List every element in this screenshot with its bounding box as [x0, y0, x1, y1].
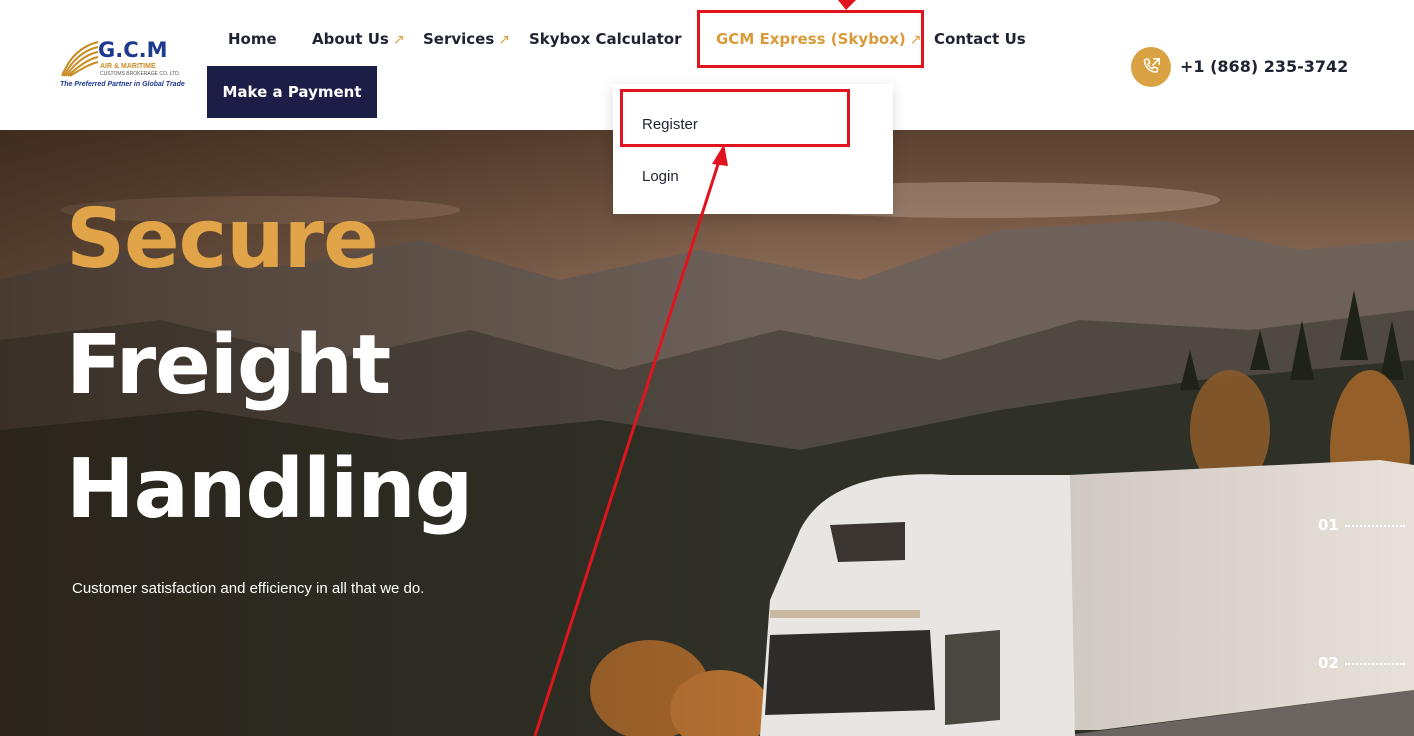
phone-number[interactable]: +1 (868) 235-3742	[1180, 57, 1348, 76]
hero-subtitle: Customer satisfaction and efficiency in …	[72, 580, 425, 597]
nav-home[interactable]: Home	[228, 30, 277, 48]
logo-subtitle: AIR & MARITIME	[100, 63, 156, 70]
hero-headline-secure: Secure	[66, 192, 379, 287]
slide-dots	[1344, 524, 1405, 527]
company-logo[interactable]: G.C.M AIR & MARITIME CUSTOMS BROKERAGE C…	[60, 38, 185, 94]
nav-services[interactable]: Services ↗	[423, 30, 510, 48]
slide-indicator-02[interactable]: 02	[1318, 654, 1405, 672]
logo-wing-icon	[61, 41, 99, 77]
logo-subtitle-small: CUSTOMS BROKERAGE CO. LTD.	[100, 71, 181, 77]
nav-about-label: About Us	[312, 30, 389, 48]
nav-home-label: Home	[228, 30, 277, 48]
slide-dots	[1344, 662, 1405, 665]
phone-glyph	[1143, 58, 1160, 73]
annotation-highlight-gcm-express	[697, 10, 924, 68]
nav-contact-us[interactable]: Contact Us	[934, 30, 1026, 48]
logo-name: G.C.M	[98, 38, 168, 62]
slide-number: 01	[1318, 516, 1339, 534]
nav-calculator-label: Skybox Calculator	[529, 30, 682, 48]
slide-indicator-01[interactable]: 01	[1318, 516, 1405, 534]
arrow-up-right-icon: ↗	[498, 32, 511, 48]
phone-icon[interactable]	[1131, 47, 1171, 87]
make-payment-button[interactable]: Make a Payment	[207, 66, 377, 118]
hero-headline-handling: Handling	[66, 442, 473, 537]
annotation-highlight-register	[620, 89, 850, 147]
logo-tagline: The Preferred Partner in Global Trade	[60, 81, 185, 88]
nav-about-us[interactable]: About Us ↗	[312, 30, 405, 48]
arrow-up-right-icon: ↗	[392, 32, 405, 48]
nav-services-label: Services	[423, 30, 495, 48]
slide-number: 02	[1318, 654, 1339, 672]
nav-skybox-calculator[interactable]: Skybox Calculator	[529, 30, 681, 48]
nav-contact-label: Contact Us	[934, 30, 1026, 48]
dropdown-login[interactable]: Login	[642, 168, 679, 185]
hero-headline-freight: Freight	[66, 318, 391, 413]
